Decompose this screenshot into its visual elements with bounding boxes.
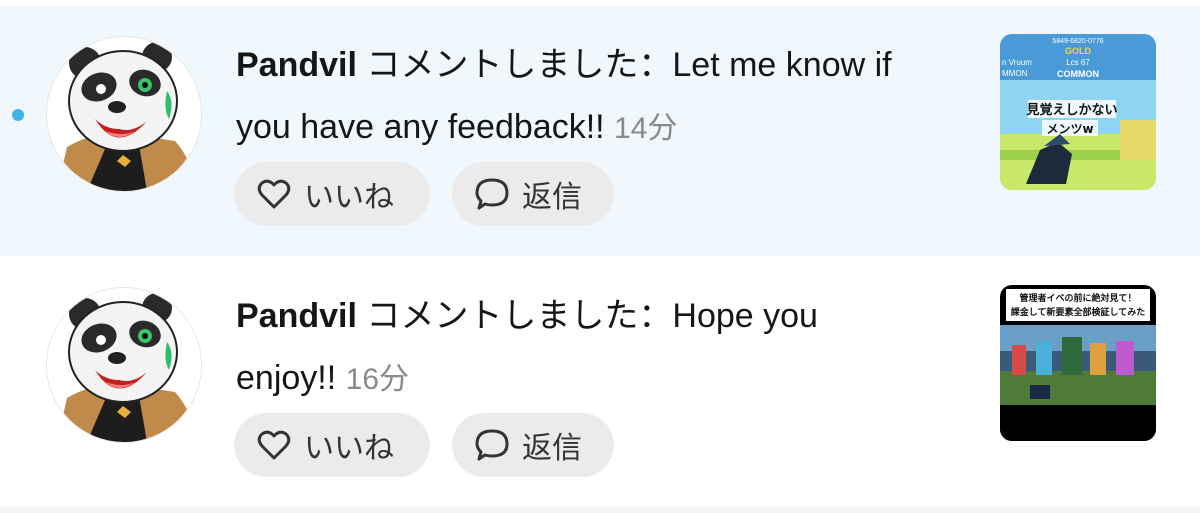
- like-button[interactable]: いいね: [234, 413, 430, 477]
- notification-item[interactable]: Pandvil コメントしました：Let me know if you have…: [0, 6, 1200, 256]
- username[interactable]: Pandvil: [236, 46, 357, 84]
- comment-text[interactable]: Pandvil コメントしました：Hope you enjoy!! 16分: [236, 285, 916, 411]
- thumb-rarity: COMMON: [1057, 69, 1099, 79]
- reply-label: 返信: [522, 181, 582, 214]
- thumb-loss: Lcs 67: [1066, 58, 1090, 67]
- avatar[interactable]: [46, 287, 202, 443]
- thumb-code: 5849-6820-0776: [1052, 38, 1103, 45]
- heart-outline-icon: [256, 176, 292, 212]
- thumb-left-rarity: MMON: [1002, 69, 1028, 78]
- thumb-caption-2: メンツw: [1046, 122, 1093, 136]
- unread-dot: [12, 109, 24, 121]
- thumb-caption-2: 課金して新要素全部検証してみた: [1011, 306, 1145, 318]
- reply-label: 返信: [522, 432, 582, 465]
- thumb-caption-1: 見覚えしかない: [1025, 102, 1117, 118]
- like-label: いいね: [304, 181, 394, 214]
- speech-bubble-icon: [474, 176, 510, 212]
- timestamp: 16分: [345, 363, 410, 396]
- heart-outline-icon: [256, 427, 292, 463]
- avatar[interactable]: [46, 36, 202, 192]
- video-thumbnail[interactable]: 管理者イベの前に絶対見て！ 課金して新要素全部検証してみた: [1000, 285, 1156, 441]
- username[interactable]: Pandvil: [236, 297, 357, 335]
- thumb-left-name: n Vruum: [1002, 58, 1032, 67]
- action-text: コメントしました：: [356, 297, 673, 335]
- thumb-caption-1: 管理者イベの前に絶対見て！: [1019, 292, 1136, 304]
- video-thumbnail[interactable]: 5849-6820-0776 GOLD Lcs 67 COMMON n Vruu…: [1000, 34, 1156, 190]
- reply-button[interactable]: 返信: [452, 413, 614, 477]
- like-button[interactable]: いいね: [234, 162, 430, 226]
- timestamp: 14分: [614, 112, 678, 145]
- reply-button[interactable]: 返信: [452, 162, 614, 226]
- like-label: いいね: [304, 432, 394, 465]
- speech-bubble-icon: [474, 427, 510, 463]
- comment-text[interactable]: Pandvil コメントしました：Let me know if you have…: [236, 34, 916, 160]
- action-text: コメントしました：: [356, 46, 673, 84]
- notification-item[interactable]: Pandvil コメントしました：Hope you enjoy!! 16分 いい…: [0, 257, 1200, 507]
- thumb-rarity-top: GOLD: [1065, 46, 1091, 56]
- divider: [0, 507, 1200, 513]
